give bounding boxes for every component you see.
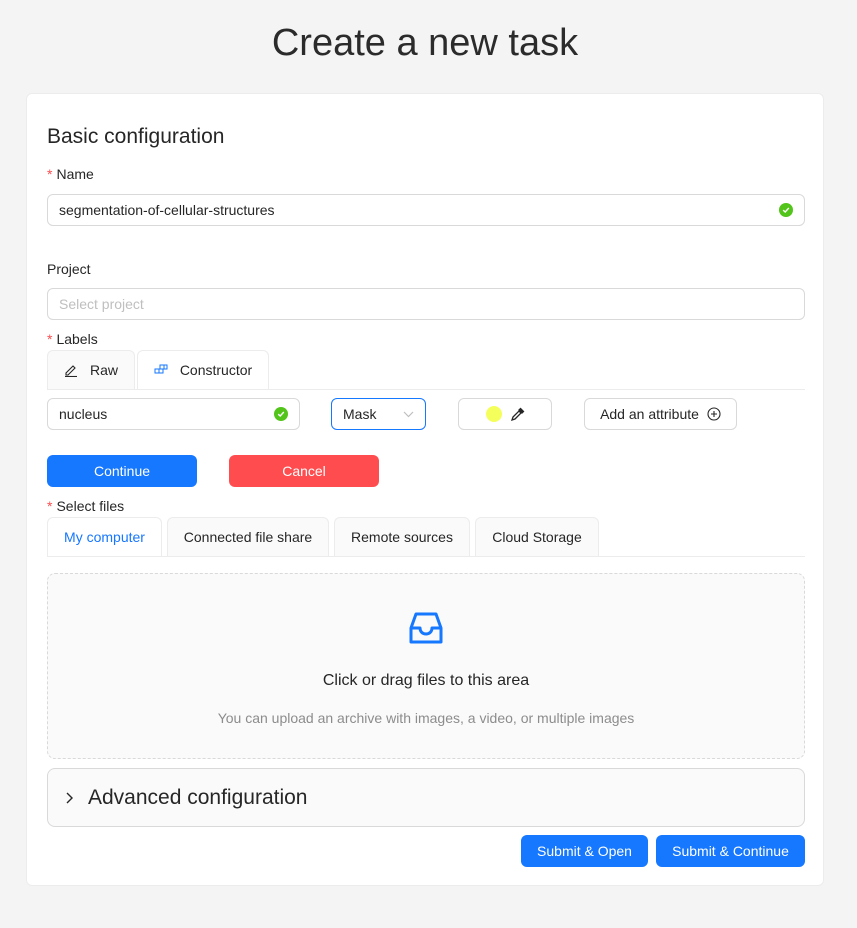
edit-icon xyxy=(64,363,78,377)
name-input-value[interactable]: segmentation-of-cellular-structures xyxy=(59,202,779,218)
advanced-configuration-panel[interactable]: Advanced configuration xyxy=(47,768,805,827)
files-tabs-divider xyxy=(47,556,805,557)
select-files-label-text: Select files xyxy=(56,498,125,514)
name-label-text: Name xyxy=(56,166,94,182)
submit-continue-button[interactable]: Submit & Continue xyxy=(656,835,805,867)
label-type-value[interactable]: Mask xyxy=(343,406,403,422)
tab-raw-label: Raw xyxy=(89,362,118,378)
add-attribute-label: Add an attribute xyxy=(600,406,699,422)
eyedropper-icon xyxy=(510,407,525,422)
cancel-button[interactable]: Cancel xyxy=(229,455,379,487)
required-mark: * xyxy=(47,166,53,182)
dropzone-title: Click or drag files to this area xyxy=(322,672,530,689)
name-input[interactable]: segmentation-of-cellular-structures xyxy=(47,194,805,226)
tab-raw[interactable]: Raw xyxy=(47,350,135,389)
tab-my-computer[interactable]: My computer xyxy=(47,517,162,556)
continue-button[interactable]: Continue xyxy=(47,455,197,487)
dropzone-hint: You can upload an archive with images, a… xyxy=(217,710,635,726)
create-task-form: Basic configuration * Name segmentation-o… xyxy=(26,93,824,886)
label-type-select[interactable]: Mask xyxy=(331,398,426,430)
add-attribute-button[interactable]: Add an attribute xyxy=(584,398,737,430)
chevron-down-icon xyxy=(403,411,414,418)
label-name-value[interactable]: nucleus xyxy=(59,406,274,422)
select-files-label: * Select files xyxy=(47,498,124,514)
labels-label-text: Labels xyxy=(56,331,98,347)
submit-open-button[interactable]: Submit & Open xyxy=(521,835,648,867)
check-circle-icon xyxy=(274,407,288,421)
labels-tabs-divider xyxy=(47,389,805,390)
tab-cloud-storage[interactable]: Cloud Storage xyxy=(475,517,599,556)
labels-label: * Labels xyxy=(47,331,98,347)
name-label: * Name xyxy=(47,166,94,182)
plus-circle-icon xyxy=(707,407,721,421)
required-mark: * xyxy=(47,331,53,347)
advanced-configuration-title: Advanced configuration xyxy=(88,785,308,809)
tab-connected-file-share[interactable]: Connected file share xyxy=(167,517,329,556)
chevron-right-icon xyxy=(65,792,74,804)
required-mark: * xyxy=(47,498,53,514)
build-icon xyxy=(154,364,168,376)
project-label: Project xyxy=(47,261,91,277)
label-color-button[interactable] xyxy=(458,398,552,430)
project-select-placeholder[interactable]: Select project xyxy=(59,296,793,312)
tab-constructor[interactable]: Constructor xyxy=(137,350,269,389)
basic-configuration-title: Basic configuration xyxy=(47,125,225,148)
label-name-input[interactable]: nucleus xyxy=(47,398,300,430)
tab-remote-sources[interactable]: Remote sources xyxy=(334,517,470,556)
check-circle-icon xyxy=(779,203,793,217)
page-title: Create a new task xyxy=(271,22,579,64)
tab-constructor-label: Constructor xyxy=(179,362,253,378)
color-swatch xyxy=(485,406,502,422)
file-dropzone[interactable]: Click or drag files to this area You can… xyxy=(47,573,805,759)
inbox-icon xyxy=(406,608,446,651)
project-select[interactable]: Select project xyxy=(47,288,805,320)
